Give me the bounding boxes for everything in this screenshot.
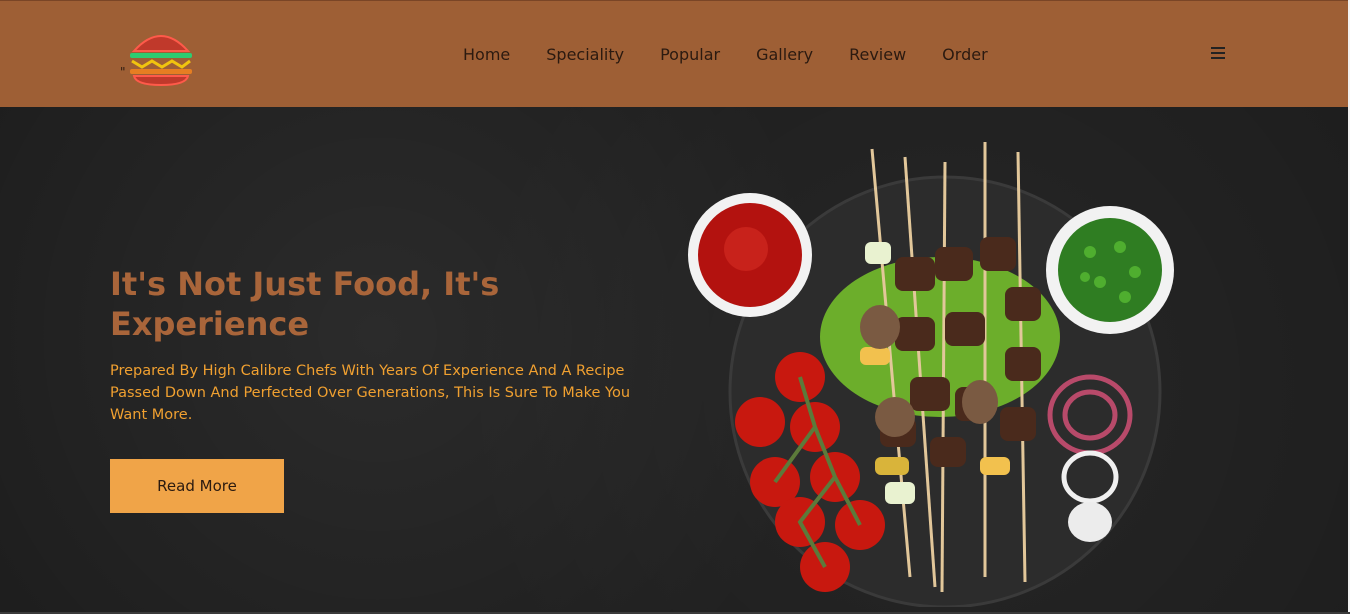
nav-review[interactable]: Review [849, 45, 906, 64]
nav-home[interactable]: Home [463, 45, 510, 64]
hero-description: Prepared By High Calibre Chefs With Year… [110, 363, 631, 423]
main-nav: Home Speciality Popular Gallery Review O… [463, 45, 988, 64]
nav-speciality[interactable]: Speciality [546, 45, 624, 64]
nav-popular[interactable]: Popular [660, 45, 720, 64]
neon-burger-logo-icon[interactable] [118, 21, 204, 89]
nav-gallery[interactable]: Gallery [756, 45, 813, 64]
logo-mark: " [120, 65, 126, 79]
kebab-platter-image [688, 142, 1174, 607]
hero-title: It's Not Just Food, It's Experience [110, 265, 500, 343]
hamburger-menu-icon[interactable] [1211, 47, 1225, 61]
read-more-button[interactable]: Read More [110, 459, 284, 513]
hero-section: It's Not Just Food, It's Experience Prep… [0, 107, 1348, 612]
nav-order[interactable]: Order [942, 45, 987, 64]
site-header: " Home Speciality Popular Gallery Review… [0, 0, 1348, 107]
